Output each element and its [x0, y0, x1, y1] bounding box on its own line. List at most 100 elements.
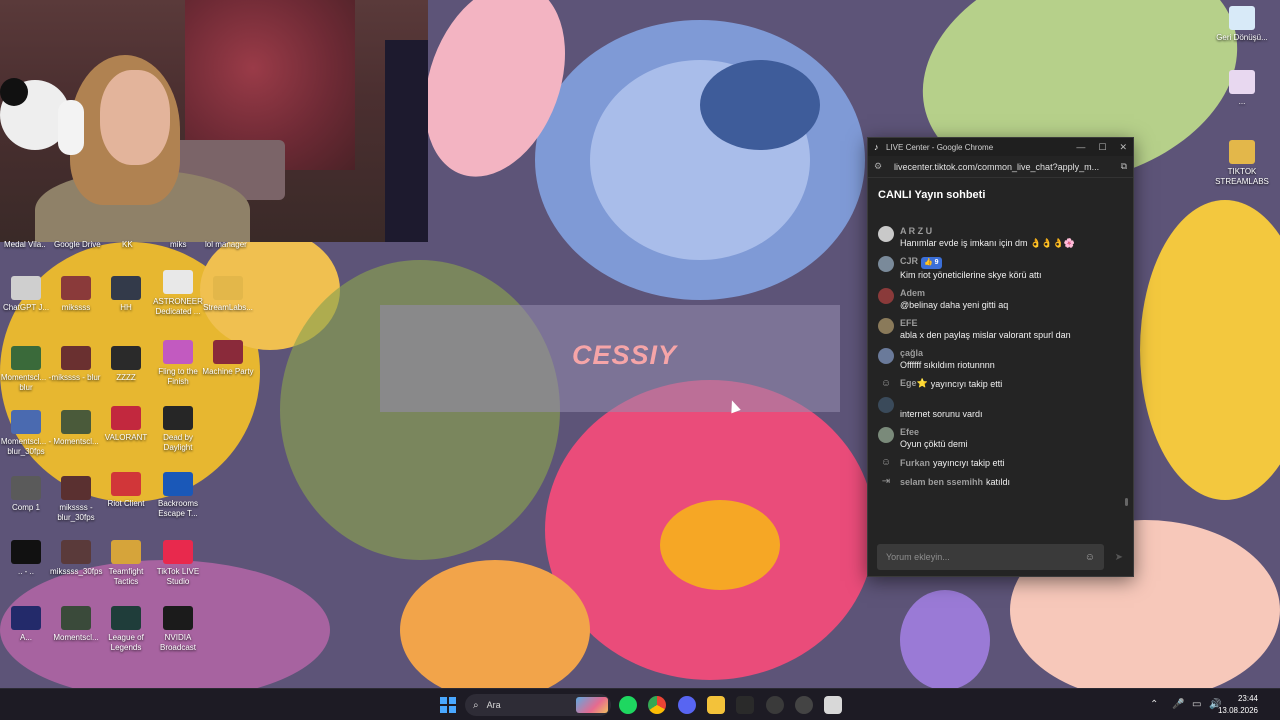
desktop-icon[interactable]: TikTok LIVE Studio	[152, 540, 204, 587]
app-window-icon[interactable]	[824, 696, 842, 714]
app-icon	[61, 346, 91, 370]
desktop-icon[interactable]: Fling to the Finish	[152, 340, 204, 387]
chat-username[interactable]: EFE	[900, 318, 918, 328]
tiktok-icon: ♪	[874, 141, 879, 152]
event-text: yayıncıyı takip etti	[933, 457, 1005, 468]
chat-username[interactable]: Furkan	[900, 458, 930, 468]
chat-scrollbar[interactable]	[1125, 498, 1128, 506]
desktop-icon-label: ...	[1238, 97, 1246, 106]
desktop-icon[interactable]: Riot Client	[100, 472, 152, 509]
desktop-icon[interactable]: TIKTOK STREAMLABS	[1214, 140, 1270, 187]
display-icon[interactable]: ▭	[1192, 699, 1201, 710]
site-info-icon[interactable]: ⚙	[874, 161, 886, 172]
chat-username[interactable]: Ege⭐	[900, 378, 928, 389]
chat-message[interactable]: CJR 👍 9 Kim riot yöneticilerine skye körü …	[868, 252, 1128, 284]
desktop-icon[interactable]: HH	[100, 276, 152, 313]
desktop-icon[interactable]: Backrooms Escape T...	[152, 472, 204, 519]
app-icon	[11, 276, 41, 300]
desktop-icon[interactable]: Momentscl... - blur	[0, 346, 52, 393]
chat-username[interactable]: çağla	[900, 348, 923, 358]
desktop-icon-label: Fling to the Finish	[158, 367, 198, 386]
chat-join-event: ⇥ selam ben ssemihh katıldı	[868, 472, 1128, 491]
desktop-icon[interactable]: StreamLabs...	[202, 276, 254, 313]
avatar[interactable]	[878, 226, 894, 242]
desktop-icon[interactable]: Geri Dönüşü...	[1214, 6, 1270, 43]
desktop-cut-label[interactable]: miks	[170, 240, 186, 249]
desktop-icon[interactable]: ChatGPT J...	[0, 276, 52, 313]
desktop-cut-label[interactable]: Google Drive	[54, 240, 101, 249]
obs-icon[interactable]	[766, 696, 784, 714]
avatar[interactable]	[878, 427, 894, 443]
desktop-icon-label: NVIDIA Broadcast	[159, 633, 197, 652]
send-icon[interactable]: ➤	[1115, 552, 1123, 563]
comment-input[interactable]: Yorum ekleyin... ☺	[877, 544, 1104, 570]
chat-message[interactable]: Efee Oyun çöktü demi	[868, 423, 1128, 453]
start-button[interactable]	[440, 697, 456, 713]
riot-icon[interactable]	[795, 696, 813, 714]
desktop-cut-label[interactable]: KK	[122, 240, 133, 249]
desktop-icon[interactable]: League of Legends	[100, 606, 152, 653]
taskbar-search[interactable]: ⌕ Ara	[465, 694, 611, 716]
avatar[interactable]	[878, 288, 894, 304]
avatar[interactable]	[878, 318, 894, 334]
desktop-icon[interactable]: Dead by Daylight	[152, 406, 204, 453]
open-tab-icon[interactable]: ⧉	[1121, 161, 1127, 172]
chat-message-text: internet sorunu vardı	[900, 409, 983, 419]
avatar[interactable]	[878, 256, 894, 272]
epic-games-icon[interactable]	[736, 696, 754, 714]
desktop-icon[interactable]: mikssss - blur_30fps	[50, 476, 102, 523]
desktop-icon-label: Teamfight Tactics	[108, 567, 144, 586]
file-explorer-icon[interactable]	[707, 696, 725, 714]
chat-message[interactable]: EFE abla x den paylaş mislar valorant spu…	[868, 314, 1128, 344]
desktop-icon[interactable]: Machine Party	[202, 340, 254, 377]
desktop-cut-label[interactable]: lol manager	[205, 240, 247, 249]
chat-username[interactable]: CJR	[900, 256, 918, 266]
desktop-icon[interactable]: mikssss	[50, 276, 102, 313]
desktop-icon[interactable]: VALORANT	[100, 406, 152, 443]
live-center-window[interactable]: ♪ LIVE Center - Google Chrome — ☐ ✕ ⚙ li…	[867, 137, 1134, 577]
microphone-icon[interactable]: 🎤	[1172, 699, 1184, 710]
app-icon	[11, 606, 41, 630]
desktop-icon-label: mikssss_30fps	[50, 567, 103, 576]
close-icon[interactable]: ✕	[1119, 142, 1127, 153]
desktop-cut-label[interactable]: Medal Vila..	[4, 240, 46, 249]
chevron-up-icon[interactable]: ⌃	[1150, 699, 1158, 710]
desktop-icon[interactable]: ...	[1214, 70, 1270, 107]
address-bar[interactable]: ⚙ livecenter.tiktok.com/common_live_chat…	[868, 156, 1133, 178]
spotify-icon[interactable]	[619, 696, 637, 714]
desktop-icon[interactable]: NVIDIA Broadcast	[152, 606, 204, 653]
chat-message[interactable]: internet sorunu vardı	[868, 393, 1128, 423]
chat-message-list[interactable]: A R Z U Hanımlar evde iş imkanı için dm 👌…	[868, 222, 1128, 532]
url-text[interactable]: livecenter.tiktok.com/common_live_chat?a…	[894, 162, 1099, 172]
avatar[interactable]	[878, 397, 894, 413]
desktop-icon[interactable]: Teamfight Tactics	[100, 540, 152, 587]
chat-message[interactable]: Adem @belinay daha yeni gitti aq	[868, 284, 1128, 314]
desktop-icon-label: mikssss	[61, 303, 91, 312]
desktop-icon-label: Backrooms Escape T...	[157, 499, 198, 518]
chrome-icon[interactable]	[648, 696, 666, 714]
desktop-icon[interactable]: ZZZZ	[100, 346, 152, 383]
desktop-icon[interactable]: Momentscl... - blur_30fps	[0, 410, 52, 457]
chat-message[interactable]: A R Z U Hanımlar evde iş imkanı için dm 👌…	[868, 222, 1128, 252]
desktop-icon[interactable]: mikssss_30fps	[50, 540, 102, 577]
taskbar-clock[interactable]: 23:44 13.08.2026	[1218, 693, 1258, 717]
desktop-icon[interactable]: .. - ..	[0, 540, 52, 577]
comment-placeholder: Yorum ekleyin...	[886, 552, 950, 562]
desktop-icon[interactable]: mikssss - blur	[50, 346, 102, 383]
desktop-icon[interactable]: Momentscl...	[50, 410, 102, 447]
minimize-icon[interactable]: —	[1076, 142, 1085, 153]
discord-icon[interactable]	[678, 696, 696, 714]
desktop-icon[interactable]: Momentscl...	[50, 606, 102, 643]
avatar[interactable]	[878, 348, 894, 364]
desktop-icon[interactable]: A...	[0, 606, 52, 643]
chat-username[interactable]: A R Z U	[900, 226, 932, 236]
desktop-icon[interactable]: Comp 1	[0, 476, 52, 513]
chat-message[interactable]: çağla Offffff sıkıldım riotunnnn	[868, 344, 1128, 374]
chat-username[interactable]: Adem	[900, 288, 925, 298]
chat-username[interactable]: selam ben ssemihh	[900, 477, 983, 487]
window-titlebar[interactable]: ♪ LIVE Center - Google Chrome — ☐ ✕	[868, 138, 1133, 156]
chat-username[interactable]: Efee	[900, 427, 919, 437]
desktop-icon[interactable]: ASTRONEER Dedicated ...	[152, 270, 204, 317]
maximize-icon[interactable]: ☐	[1098, 142, 1106, 153]
emoji-icon[interactable]: ☺	[1085, 552, 1095, 563]
